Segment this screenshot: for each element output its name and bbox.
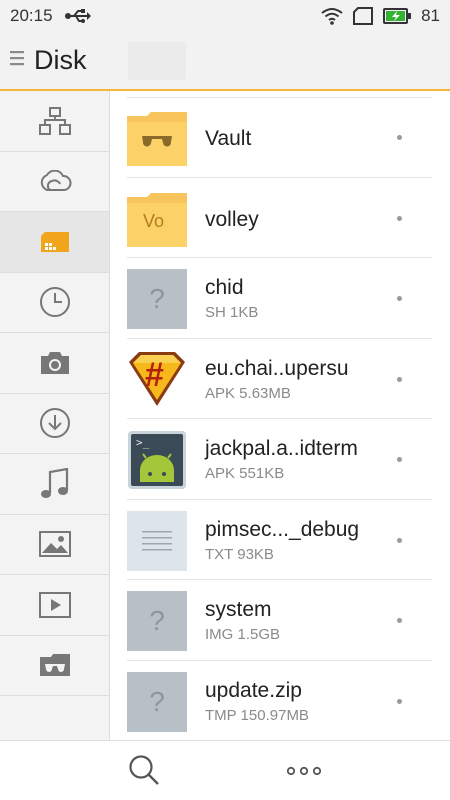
scrolled-folder-thumbnail <box>128 42 186 80</box>
row-indicator <box>397 296 402 301</box>
sidebar-item-network[interactable] <box>0 91 109 152</box>
status-time: 20:15 <box>10 6 53 25</box>
file-row-system[interactable]: ? system IMG 1.5GB <box>111 580 450 661</box>
wifi-icon <box>321 7 343 25</box>
image-icon <box>38 531 71 558</box>
cloud-icon <box>38 170 72 192</box>
folder-icon: Vo <box>127 189 187 249</box>
file-meta: APK 551KB <box>205 465 285 482</box>
unknown-file-icon: ? <box>127 591 187 651</box>
battery-level: 81 <box>421 6 440 25</box>
file-row-chid[interactable]: ? chid SH 1KB <box>111 258 450 339</box>
file-name: Vault <box>205 127 252 150</box>
unknown-file-icon: ? <box>127 671 187 732</box>
file-list: Vault Vo volley ? chid SH 1KB # eu.chai.… <box>111 91 450 740</box>
unknown-glyph: ? <box>149 685 165 717</box>
sidebar-item-cloud[interactable] <box>0 152 109 212</box>
file-row-update[interactable]: ? update.zip TMP 150.97MB <box>111 661 450 742</box>
row-indicator <box>397 537 402 543</box>
camera-icon <box>39 350 71 376</box>
page-title: Disk <box>34 45 87 75</box>
app-header: Disk <box>0 32 450 91</box>
row-indicator <box>397 215 402 221</box>
file-name: eu.chai..upersu <box>205 356 349 380</box>
more-icon <box>286 763 322 781</box>
sidebar-item-downloads[interactable] <box>0 394 109 454</box>
sidebar-item-videos[interactable] <box>0 575 109 636</box>
bottom-toolbar <box>0 740 450 800</box>
file-meta: SH 1KB <box>205 304 259 321</box>
unknown-file-icon: ? <box>127 269 187 329</box>
download-icon <box>39 407 71 439</box>
file-name: pimsec..._debug <box>205 517 360 541</box>
file-meta: TXT 93KB <box>205 545 274 563</box>
file-name: system <box>205 598 272 621</box>
file-name: volley <box>205 207 259 231</box>
network-icon <box>38 106 71 135</box>
sidebar-item-vault[interactable] <box>0 636 109 696</box>
file-name: update.zip <box>205 678 302 702</box>
file-row-volley[interactable]: Vo volley <box>111 178 450 258</box>
usb-icon <box>64 9 91 23</box>
unknown-glyph: ? <box>149 283 165 314</box>
sidebar-item-storage[interactable] <box>0 212 109 273</box>
text-file-icon <box>127 510 187 571</box>
unknown-glyph: ? <box>149 605 165 636</box>
sidebar-item-images[interactable] <box>0 515 109 575</box>
sidebar-item-camera[interactable] <box>0 333 109 394</box>
supersu-app-icon: # <box>127 350 187 410</box>
file-row-terminal[interactable]: >_ jackpal.a..idterm APK 551KB <box>111 419 450 500</box>
terminal-app-icon: >_ <box>127 430 187 490</box>
row-indicator <box>397 457 402 462</box>
search-button[interactable] <box>124 754 164 791</box>
file-row-text[interactable]: pimsec..._debug TXT 93KB <box>111 500 450 580</box>
sim-icon <box>353 7 374 25</box>
row-indicator <box>397 376 402 382</box>
file-meta: TMP 150.97MB <box>205 706 309 724</box>
row-indicator <box>397 698 402 704</box>
file-name: jackpal.a..idterm <box>205 437 358 460</box>
vault-icon <box>39 653 71 677</box>
status-bar: 20:15 81 <box>0 0 450 32</box>
file-meta: IMG 1.5GB <box>205 626 281 643</box>
search-icon <box>128 754 160 791</box>
file-row-vault[interactable]: Vault <box>111 97 450 178</box>
file-meta: APK 5.63MB <box>205 384 291 402</box>
video-icon <box>38 591 71 618</box>
sidebar-item-recent[interactable] <box>0 273 109 333</box>
vault-folder-icon <box>127 108 187 168</box>
clock-icon <box>39 286 71 318</box>
row-indicator <box>397 135 402 140</box>
hamburger-menu-icon[interactable] <box>10 49 26 72</box>
file-row-supersu[interactable]: # eu.chai..upersu APK 5.63MB <box>111 339 450 419</box>
folder-badge: Vo <box>143 210 165 231</box>
sidebar-item-music[interactable] <box>0 454 109 515</box>
music-note-icon <box>40 467 70 500</box>
terminal-glyph: >_ <box>136 436 150 449</box>
file-name: chid <box>205 276 244 299</box>
more-button[interactable] <box>284 755 324 789</box>
sidebar <box>0 91 110 740</box>
row-indicator <box>397 618 402 623</box>
battery-charging-icon <box>383 8 412 24</box>
supersu-glyph: # <box>145 355 164 394</box>
sd-card-icon <box>40 231 70 253</box>
